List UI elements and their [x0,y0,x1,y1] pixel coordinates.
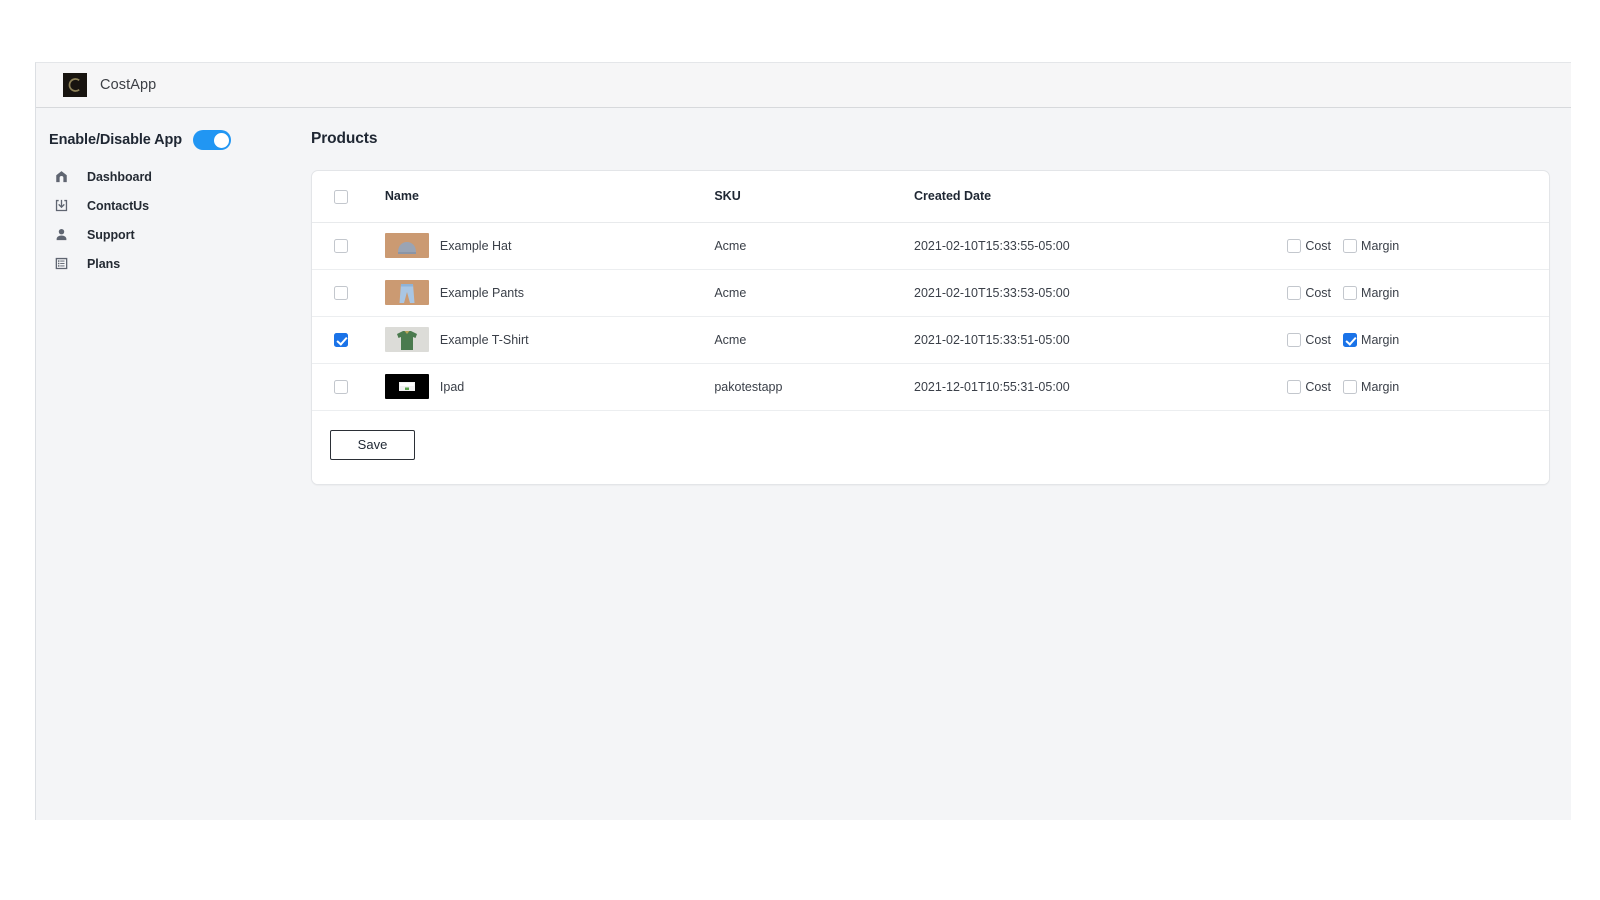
sidebar-item-label: Support [87,228,135,242]
row-flags-cell: Cost Margin [1265,222,1549,269]
margin-flag[interactable]: Margin [1343,380,1399,394]
row-sku-cell: Acme [714,222,914,269]
home-icon [53,169,69,185]
save-row: Save [312,411,1549,484]
sidebar-item-plans[interactable]: Plans [49,249,276,278]
product-name: Example Hat [440,239,512,253]
row-select-cell [312,269,385,316]
margin-checkbox[interactable] [1343,239,1357,253]
table-head: Name SKU Created Date [312,171,1549,222]
row-flags-cell: Cost Margin [1265,363,1549,410]
enable-disable-app-label: Enable/Disable App [49,132,182,148]
main-content: Products Name SKU Created Date [276,108,1571,820]
row-select-cell [312,222,385,269]
row-select-checkbox[interactable] [334,239,348,253]
cost-flag[interactable]: Cost [1287,286,1331,300]
row-created-date-cell: 2021-02-10T15:33:53-05:00 [914,269,1265,316]
save-button[interactable]: Save [330,430,415,460]
sidebar-item-label: ContactUs [87,199,149,213]
inbox-download-icon [53,198,69,214]
row-name-cell: Example Hat [385,222,714,269]
sidebar-item-dashboard[interactable]: Dashboard [49,162,276,191]
cost-checkbox[interactable] [1287,333,1301,347]
enable-disable-app-row: Enable/Disable App [49,130,276,150]
margin-checkbox[interactable] [1343,333,1357,347]
products-table-card: Name SKU Created Date [311,170,1550,485]
product-name: Example Pants [440,286,524,300]
row-flags-cell: Cost Margin [1265,269,1549,316]
select-all-header-cell [312,171,385,222]
row-created-date-cell: 2021-02-10T15:33:51-05:00 [914,316,1265,363]
enable-disable-app-toggle[interactable] [193,130,231,150]
cost-label: Cost [1305,380,1331,394]
row-select-checkbox[interactable] [334,333,348,347]
cost-checkbox[interactable] [1287,286,1301,300]
app-brand-name: CostApp [100,77,156,93]
column-header-name: Name [385,171,714,222]
column-header-flags [1265,171,1549,222]
margin-label: Margin [1361,286,1399,300]
row-name-cell: Ipad [385,363,714,410]
select-all-checkbox[interactable] [334,190,348,204]
table-row: Example Hat Acme 2021-02-10T15:33:55-05:… [312,222,1549,269]
cost-label: Cost [1305,333,1331,347]
row-select-checkbox[interactable] [334,380,348,394]
row-sku-cell: Acme [714,316,914,363]
sidebar-item-support[interactable]: Support [49,220,276,249]
sidebar: Enable/Disable App Dashboard ContactUs [36,108,276,278]
margin-flag[interactable]: Margin [1343,286,1399,300]
products-table: Name SKU Created Date [312,171,1549,411]
row-sku-cell: pakotestapp [714,363,914,410]
margin-flag[interactable]: Margin [1343,239,1399,253]
ipad-thumbnail [385,374,429,399]
tshirt-thumbnail [385,327,429,352]
table-row: Example Pants Acme 2021-02-10T15:33:53-0… [312,269,1549,316]
margin-flag[interactable]: Margin [1343,333,1399,347]
sidebar-item-contactus[interactable]: ContactUs [49,191,276,220]
row-select-checkbox[interactable] [334,286,348,300]
row-select-cell [312,316,385,363]
table-body: Example Hat Acme 2021-02-10T15:33:55-05:… [312,222,1549,410]
cost-label: Cost [1305,286,1331,300]
column-header-created-date: Created Date [914,171,1265,222]
row-created-date-cell: 2021-12-01T10:55:31-05:00 [914,363,1265,410]
app-topbar: CostApp [36,63,1571,108]
page-title: Products [311,130,1549,148]
cost-flag[interactable]: Cost [1287,239,1331,253]
product-name: Ipad [440,380,464,394]
cost-checkbox[interactable] [1287,239,1301,253]
row-name-cell: Example T-Shirt [385,316,714,363]
column-header-sku: SKU [714,171,914,222]
embedded-app-panel: CostApp Enable/Disable App Dashboard Con… [35,62,1571,820]
margin-checkbox[interactable] [1343,380,1357,394]
toggle-knob [214,133,229,148]
sidebar-item-label: Dashboard [87,170,152,184]
table-row: Ipad pakotestapp 2021-12-01T10:55:31-05:… [312,363,1549,410]
cost-label: Cost [1305,239,1331,253]
margin-label: Margin [1361,239,1399,253]
list-icon [53,256,69,272]
cost-flag[interactable]: Cost [1287,333,1331,347]
cost-checkbox[interactable] [1287,380,1301,394]
row-created-date-cell: 2021-02-10T15:33:55-05:00 [914,222,1265,269]
table-row: Example T-Shirt Acme 2021-02-10T15:33:51… [312,316,1549,363]
row-name-cell: Example Pants [385,269,714,316]
costapp-logo-icon [63,73,87,97]
row-select-cell [312,363,385,410]
margin-label: Margin [1361,380,1399,394]
pants-thumbnail [385,280,429,305]
table-header-row: Name SKU Created Date [312,171,1549,222]
margin-checkbox[interactable] [1343,286,1357,300]
person-icon [53,227,69,243]
margin-label: Margin [1361,333,1399,347]
sidebar-item-label: Plans [87,257,120,271]
cost-flag[interactable]: Cost [1287,380,1331,394]
product-name: Example T-Shirt [440,333,529,347]
row-flags-cell: Cost Margin [1265,316,1549,363]
row-sku-cell: Acme [714,269,914,316]
hat-thumbnail [385,233,429,258]
